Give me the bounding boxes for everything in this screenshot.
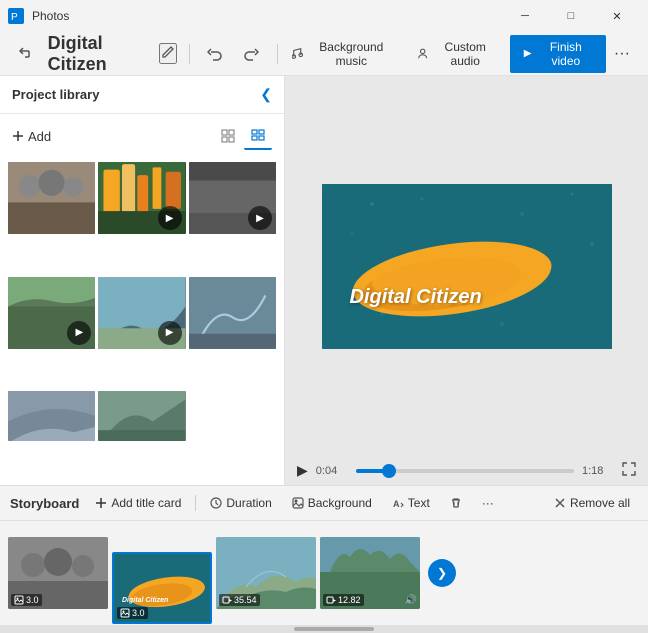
seek-bar[interactable] bbox=[356, 469, 574, 473]
scrollbar[interactable] bbox=[0, 625, 648, 633]
edit-title-button[interactable] bbox=[159, 43, 177, 64]
view-toggle bbox=[214, 122, 272, 150]
grid-view-button[interactable] bbox=[214, 122, 242, 150]
header-right: Background music Custom audio Finish vid… bbox=[282, 35, 636, 73]
separator2 bbox=[277, 44, 278, 64]
item3-duration: 35.54 bbox=[234, 595, 257, 605]
separator1 bbox=[189, 44, 190, 64]
svg-text:P: P bbox=[11, 12, 18, 23]
storyboard-item-4[interactable]: 12.82 🔊 bbox=[320, 537, 420, 609]
project-title: Digital Citizen bbox=[48, 33, 151, 75]
item4-badge: 12.82 bbox=[323, 594, 364, 606]
add-media-button[interactable]: Add bbox=[12, 129, 51, 144]
media-item-4[interactable]: ▶ bbox=[8, 277, 95, 349]
fullscreen-button[interactable] bbox=[622, 462, 636, 479]
custom-audio-button[interactable]: Custom audio bbox=[407, 35, 508, 73]
panel-title: Project library bbox=[12, 87, 99, 102]
play-overlay-4: ▶ bbox=[67, 321, 91, 345]
finish-video-label: Finish video bbox=[538, 40, 594, 68]
more-options-button[interactable]: ··· bbox=[608, 38, 636, 70]
app-header: Digital Citizen Background music Custom … bbox=[0, 32, 648, 76]
back-button[interactable] bbox=[12, 38, 40, 70]
right-panel: Digital Citizen ▶ 0:04 1:18 bbox=[285, 76, 648, 485]
background-button[interactable]: Background bbox=[284, 492, 380, 514]
item3-badge: 35.54 bbox=[219, 594, 260, 606]
remove-all-button[interactable]: Remove all bbox=[546, 492, 638, 514]
video-canvas: Digital Citizen bbox=[322, 184, 612, 349]
svg-text:A: A bbox=[393, 499, 400, 509]
remove-all-label: Remove all bbox=[570, 496, 630, 510]
playback-controls: ▶ 0:04 1:18 bbox=[285, 456, 648, 485]
titlebar: P Photos ─ □ ✕ bbox=[0, 0, 648, 32]
media-item-3[interactable]: ▶ bbox=[189, 162, 276, 234]
add-title-card-label: Add title card bbox=[111, 496, 181, 510]
media-grid: ▶ ▶ ▶ bbox=[0, 158, 284, 485]
background-music-button[interactable]: Background music bbox=[282, 35, 405, 73]
list-view-button[interactable] bbox=[244, 122, 272, 150]
video-title-text: Digital Citizen bbox=[350, 286, 482, 309]
storyboard-item-1[interactable]: 3.0 bbox=[8, 537, 108, 609]
media-item-7[interactable] bbox=[8, 391, 95, 441]
delete-button[interactable] bbox=[442, 493, 470, 513]
close-button[interactable]: ✕ bbox=[594, 0, 640, 32]
storyboard-item-3[interactable]: 35.54 bbox=[216, 537, 316, 609]
redo-button[interactable] bbox=[237, 38, 265, 70]
duration-button[interactable]: Duration bbox=[202, 492, 279, 514]
media-item-8[interactable] bbox=[98, 391, 185, 441]
item1-duration: 3.0 bbox=[26, 595, 39, 605]
titlebar-left: P Photos bbox=[8, 8, 69, 24]
minimize-button[interactable]: ─ bbox=[502, 0, 548, 32]
item4-audio-icon: 🔊 bbox=[405, 595, 417, 606]
left-panel: Project library ❮ Add bbox=[0, 76, 285, 485]
collapse-panel-button[interactable]: ❮ bbox=[260, 86, 272, 103]
add-title-card-button[interactable]: Add title card bbox=[87, 492, 189, 514]
title-card-text: Digital Citizen bbox=[122, 597, 168, 604]
add-label: Add bbox=[28, 129, 51, 144]
duration-label: Duration bbox=[226, 496, 271, 510]
play-overlay-5: ▶ bbox=[158, 321, 182, 345]
play-overlay-2: ▶ bbox=[158, 206, 182, 230]
main-content: Project library ❮ Add bbox=[0, 76, 648, 485]
storyboard-title: Storyboard bbox=[10, 496, 79, 511]
undo-button[interactable] bbox=[201, 38, 229, 70]
storyboard-item-2[interactable]: Title card Digital Citizen 3.0 bbox=[112, 552, 212, 624]
background-label: Background bbox=[308, 496, 372, 510]
more-storyboard-button[interactable]: ··· bbox=[474, 492, 502, 514]
storyboard-toolbar: Storyboard Add title card Duration Backg… bbox=[0, 486, 648, 521]
custom-audio-label: Custom audio bbox=[433, 40, 498, 68]
titlebar-title: Photos bbox=[32, 9, 69, 23]
scroll-thumb[interactable] bbox=[294, 627, 374, 631]
video-preview: Digital Citizen bbox=[285, 76, 648, 456]
media-item-6[interactable] bbox=[189, 277, 276, 349]
panel-header: Project library ❮ bbox=[0, 76, 284, 114]
media-item-1[interactable] bbox=[8, 162, 95, 234]
media-item-5[interactable]: ▶ bbox=[98, 277, 185, 349]
storyboard-section: Storyboard Add title card Duration Backg… bbox=[0, 485, 648, 625]
item4-duration: 12.82 bbox=[338, 595, 361, 605]
titlebar-controls: ─ □ ✕ bbox=[502, 0, 640, 32]
maximize-button[interactable]: □ bbox=[548, 0, 594, 32]
play-overlay-3: ▶ bbox=[248, 206, 272, 230]
next-button[interactable]: ❯ bbox=[428, 559, 456, 587]
play-button[interactable]: ▶ bbox=[297, 462, 308, 479]
item2-badge: 3.0 bbox=[117, 607, 148, 619]
text-button[interactable]: A Text bbox=[384, 492, 438, 514]
item2-duration: 3.0 bbox=[132, 608, 145, 618]
seek-thumb[interactable] bbox=[382, 464, 396, 478]
storyboard-items: 3.0 Title card Digital Citizen 3.0 bbox=[0, 521, 648, 625]
sb-sep1 bbox=[195, 495, 196, 511]
app-icon: P bbox=[8, 8, 24, 24]
media-item-2[interactable]: ▶ bbox=[98, 162, 185, 234]
text-label: Text bbox=[408, 496, 430, 510]
library-toolbar: Add bbox=[0, 114, 284, 158]
finish-video-button[interactable]: Finish video bbox=[510, 35, 606, 73]
total-time: 1:18 bbox=[582, 465, 614, 477]
current-time: 0:04 bbox=[316, 465, 348, 477]
background-music-label: Background music bbox=[308, 40, 394, 68]
item1-badge: 3.0 bbox=[11, 594, 42, 606]
header-left: Digital Citizen bbox=[12, 33, 282, 75]
